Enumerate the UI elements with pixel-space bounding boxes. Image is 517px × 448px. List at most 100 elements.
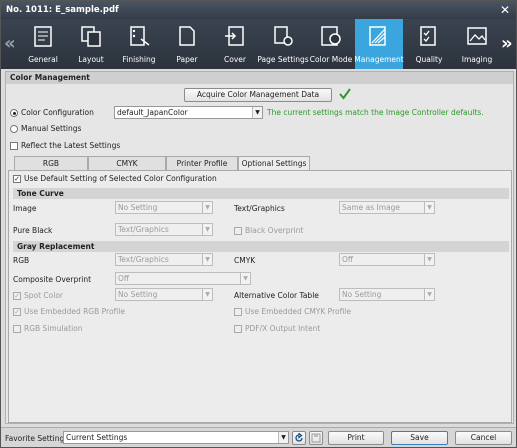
tab-label: Imaging [461, 55, 493, 64]
pdfx-output-label: PDF/X Output Intent [245, 324, 321, 333]
use-default-label: Use Default Setting of Selected Color Co… [24, 174, 217, 183]
window-title: No. 1011: E_sample.pdf [6, 5, 119, 15]
chevron-down-icon: ▼ [202, 289, 212, 300]
tab-general[interactable]: General [19, 19, 67, 69]
favorite-setting-label: Favorite Setting [5, 434, 65, 443]
status-message: The current settings match the Image Con… [267, 108, 484, 117]
refresh-button[interactable] [292, 431, 306, 445]
alt-color-table-select[interactable]: No Setting ▼ [339, 288, 435, 301]
gray-replacement-header: Gray Replacement [13, 241, 509, 252]
black-overprint-label: Black Overprint [245, 226, 304, 235]
use-embedded-cmyk-checkbox[interactable] [234, 308, 242, 316]
color-mode-icon [321, 26, 341, 46]
tab-imaging[interactable]: Imaging [453, 19, 501, 69]
management-icon [369, 26, 386, 46]
chevron-down-icon: ▼ [202, 224, 212, 235]
check-icon [339, 88, 351, 100]
pure-black-value: Text/Graphics [118, 225, 169, 234]
alt-color-table-label: Alternative Color Table [234, 291, 319, 300]
spot-color-label: Spot Color [24, 291, 64, 300]
composite-overprint-select[interactable]: Off ▼ [115, 272, 251, 285]
manual-settings-label: Manual Settings [21, 124, 82, 133]
tab-layout[interactable]: Layout [67, 19, 115, 69]
spot-color-checkbox[interactable]: ✓ [13, 292, 21, 300]
black-overprint-checkbox[interactable] [234, 227, 242, 235]
tab-rgb[interactable]: RGB [14, 156, 88, 170]
tab-cmyk[interactable]: CMYK [88, 156, 166, 170]
alt-color-table-value: No Setting [342, 290, 382, 299]
scroll-left-icon[interactable]: « [4, 33, 16, 54]
rgb-select[interactable]: Text/Graphics ▼ [115, 253, 213, 266]
optional-settings-panel: ✓ Use Default Setting of Selected Color … [8, 170, 512, 423]
rgb-simulation-checkbox[interactable] [13, 325, 21, 333]
chevron-down-icon: ▼ [424, 202, 434, 213]
composite-overprint-label: Composite Overprint [13, 275, 92, 284]
reflect-latest-checkbox[interactable] [10, 142, 18, 150]
tab-management[interactable]: Management [354, 19, 404, 69]
tab-optional-settings[interactable]: Optional Settings [238, 156, 310, 171]
cmyk-select[interactable]: Off ▼ [339, 253, 435, 266]
cancel-button[interactable]: Cancel [455, 431, 512, 445]
color-configuration-label: Color Configuration [21, 108, 94, 117]
color-configuration-select[interactable]: default_JapanColor ▼ [114, 106, 263, 119]
layout-icon [81, 26, 101, 47]
color-configuration-radio[interactable] [10, 109, 18, 117]
cover-icon [225, 26, 244, 46]
print-button[interactable]: Print [328, 431, 384, 445]
rgb-value: Text/Graphics [118, 255, 169, 264]
tab-finishing[interactable]: Finishing [115, 19, 163, 69]
manual-settings-radio[interactable] [10, 125, 18, 133]
tab-color-mode[interactable]: Color Mode [307, 19, 355, 69]
chevron-down-icon: ▼ [240, 273, 250, 284]
favorite-setting-select[interactable]: Current Settings ▼ [63, 431, 289, 444]
color-configuration-value: default_JapanColor [117, 108, 188, 117]
tab-page-settings[interactable]: Page Settings [257, 19, 309, 69]
save-icon [311, 433, 321, 443]
pure-black-select[interactable]: Text/Graphics ▼ [115, 223, 213, 236]
cmyk-label: CMYK [234, 256, 256, 265]
favorite-setting-value: Current Settings [66, 433, 128, 442]
imaging-icon [467, 27, 487, 45]
use-embedded-cmyk-label: Use Embedded CMYK Profile [245, 307, 352, 316]
chevron-down-icon: ▼ [424, 289, 434, 300]
close-icon[interactable]: ✕ [500, 1, 510, 19]
cmyk-value: Off [342, 255, 354, 264]
composite-overprint-value: Off [118, 274, 130, 283]
scroll-right-icon[interactable]: » [501, 33, 513, 54]
rgb-label: RGB [13, 256, 30, 265]
text-graphics-select[interactable]: Same as Image ▼ [339, 201, 435, 214]
text-graphics-value: Same as Image [342, 203, 401, 212]
spot-color-value: No Setting [118, 290, 158, 299]
chevron-down-icon: ▼ [202, 202, 212, 213]
tone-curve-header: Tone Curve [13, 188, 509, 199]
title-bar: No. 1011: E_sample.pdf ✕ [1, 1, 516, 19]
use-embedded-rgb-checkbox[interactable]: ✓ [13, 308, 21, 316]
bottom-bar: Favorite Setting Current Settings ▼ Print… [1, 427, 516, 447]
print-settings-window: No. 1011: E_sample.pdf ✕ « General Layou… [0, 0, 517, 448]
reflect-latest-label: Reflect the Latest Settings [21, 141, 121, 150]
chevron-down-icon: ▼ [424, 254, 434, 265]
acquire-color-management-button[interactable]: Acquire Color Management Data [184, 88, 332, 102]
pdfx-output-checkbox[interactable] [234, 325, 242, 333]
save-favorite-button[interactable] [309, 431, 323, 445]
general-icon [34, 26, 52, 47]
use-embedded-rgb-label: Use Embedded RGB Profile [24, 307, 125, 316]
spot-color-select[interactable]: No Setting ▼ [115, 288, 213, 301]
text-graphics-label: Text/Graphics [234, 204, 285, 213]
chevron-down-icon: ▼ [202, 254, 212, 265]
tab-printer-profile[interactable]: Printer Profile [166, 156, 238, 170]
use-default-checkbox[interactable]: ✓ [13, 175, 21, 183]
tab-cover[interactable]: Cover [211, 19, 259, 69]
save-button[interactable]: Save [391, 431, 448, 445]
tab-label: Management [354, 55, 404, 64]
chevron-down-icon: ▼ [278, 432, 288, 443]
image-label: Image [13, 204, 37, 213]
tab-paper[interactable]: Paper [163, 19, 211, 69]
image-select[interactable]: No Setting ▼ [115, 201, 213, 214]
quality-icon [420, 26, 436, 46]
pure-black-label: Pure Black [13, 226, 53, 235]
management-content: Color Management Acquire Color Managemen… [5, 71, 514, 424]
chevron-down-icon: ▼ [252, 107, 262, 118]
tab-strip: « General Layout Finishing Paper Cover P… [1, 19, 516, 69]
tab-quality[interactable]: Quality [405, 19, 453, 69]
